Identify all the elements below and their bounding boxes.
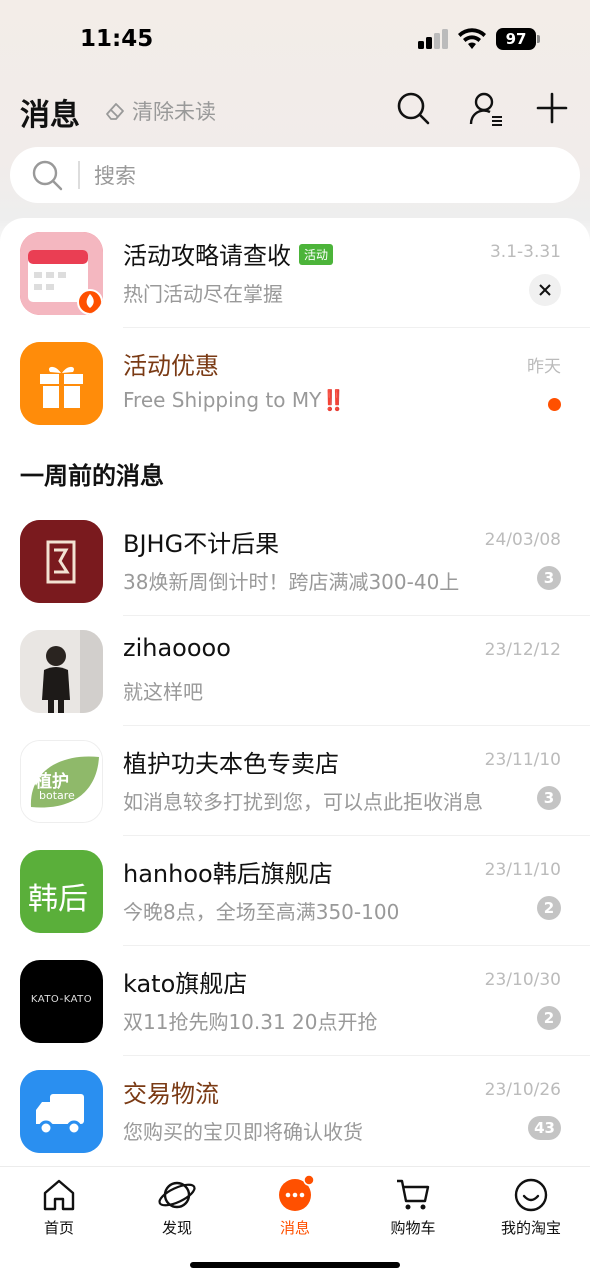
- tab-label: 购物车: [390, 1219, 436, 1237]
- battery-tip: [537, 35, 540, 43]
- unread-count-badge: 43: [528, 1116, 561, 1140]
- unread-count-badge: 3: [537, 566, 561, 590]
- conversation-name: zihaoooo: [123, 634, 231, 662]
- avatar-logo-text: KATO-KATO: [30, 994, 93, 1005]
- shop-avatar-hanhoo: 韩后: [20, 850, 103, 933]
- wifi-icon: [458, 28, 486, 49]
- status-time: 11:45: [80, 26, 154, 52]
- conversation-time: 23/11/10: [484, 750, 561, 770]
- user-avatar-photo: [20, 630, 103, 713]
- conversation-subtitle: 今晚8点，全场至高满350-100: [123, 900, 400, 924]
- add-icon[interactable]: [534, 90, 570, 126]
- clear-unread-label: 清除未读: [132, 100, 216, 124]
- tab-label: 我的淘宝: [500, 1219, 561, 1237]
- conversation-name: 活动攻略请查收 活动: [123, 236, 334, 271]
- list-item[interactable]: 植护 botare 植护功夫本色专卖店 如消息较多打扰到您，可以点此拒收消息 2…: [0, 726, 590, 836]
- avatar-logo-sub: botare: [39, 789, 75, 802]
- conversation-time: 昨天: [527, 357, 561, 377]
- conversation-subtitle: 双11抢先购10.31 20点开抢: [123, 1010, 378, 1034]
- conversation-name: 植护功夫本色专卖店: [123, 750, 339, 778]
- header: 消息 清除未读: [0, 84, 590, 134]
- truck-avatar-icon: [20, 1070, 103, 1153]
- close-button[interactable]: [529, 274, 561, 306]
- list-item[interactable]: BJHG不计后果 38焕新周倒计时！跨店满减300-40上 24/03/08 3: [0, 506, 590, 616]
- conversation-time: 24/03/08: [484, 530, 561, 550]
- conversation-name-text: 活动攻略请查收: [123, 242, 291, 270]
- conversation-subtitle: 热门活动尽在掌握: [123, 282, 283, 306]
- message-list: 活动攻略请查收 活动 热门活动尽在掌握 3.1-3.31 活动优惠 Free Sh…: [0, 218, 590, 1166]
- list-item[interactable]: 交易物流 您购买的宝贝即将确认收货 23/10/26 43: [0, 1056, 590, 1166]
- search-icon: [32, 160, 63, 191]
- list-item-promotions[interactable]: 活动优惠 Free Shipping to MY‼️ 昨天: [0, 328, 590, 438]
- home-icon: [43, 1179, 75, 1211]
- tab-label: 首页: [43, 1219, 74, 1237]
- list-item[interactable]: 韩后 hanhoo韩后旗舰店 今晚8点，全场至高满350-100 23/11/1…: [0, 836, 590, 946]
- conversation-name: kato旗舰店: [123, 970, 248, 998]
- conversation-name: BJHG不计后果: [123, 530, 280, 558]
- shop-avatar-bjhg: [20, 520, 103, 603]
- page-title: 消息: [20, 98, 80, 133]
- search-placeholder: 搜索: [94, 164, 136, 188]
- conversation-name: hanhoo韩后旗舰店: [123, 860, 333, 888]
- conversation-time: 23/10/30: [484, 970, 561, 990]
- signal-icon: [418, 29, 450, 49]
- tab-label: 发现: [161, 1219, 192, 1237]
- contacts-icon[interactable]: [468, 90, 504, 126]
- section-title: 一周前的消息: [20, 462, 164, 490]
- conversation-time: 23/12/12: [484, 640, 561, 660]
- conversation-name: 交易物流: [123, 1080, 219, 1108]
- list-item[interactable]: zihaoooo 就这样吧 23/12/12: [0, 616, 590, 726]
- conversation-time: 3.1-3.31: [489, 242, 561, 262]
- tab-label: 消息: [279, 1219, 310, 1237]
- conversation-subtitle: Free Shipping to MY‼️: [123, 388, 347, 412]
- conversation-subtitle: 您购买的宝贝即将确认收货: [123, 1120, 363, 1144]
- shop-avatar-kato: KATO-KATO: [20, 960, 103, 1043]
- calendar-avatar-icon: [20, 232, 103, 315]
- gift-avatar-icon: [20, 342, 103, 425]
- cart-icon: [397, 1179, 430, 1210]
- battery-indicator: 97: [496, 28, 536, 50]
- smile-icon: [514, 1178, 548, 1212]
- shop-avatar-botare: 植护 botare: [20, 740, 103, 823]
- conversation-subtitle: 38焕新周倒计时！跨店满减300-40上: [123, 570, 460, 594]
- message-icon: [279, 1175, 315, 1211]
- search-input[interactable]: 搜索: [10, 147, 580, 203]
- conversation-time: 23/10/26: [484, 1080, 561, 1100]
- tab-cart[interactable]: 购物车: [354, 1175, 472, 1241]
- conversation-name: 活动优惠: [123, 352, 219, 380]
- unread-dot: [548, 398, 561, 411]
- conversation-subtitle: 就这样吧: [123, 680, 203, 704]
- tab-home[interactable]: 首页: [0, 1175, 118, 1241]
- conversation-subtitle: 如消息较多打扰到您，可以点此拒收消息: [123, 790, 483, 814]
- unread-count-badge: 2: [537, 896, 561, 920]
- list-item-activity-guide[interactable]: 活动攻略请查收 活动 热门活动尽在掌握 3.1-3.31: [0, 218, 590, 328]
- conversation-time: 23/11/10: [484, 860, 561, 880]
- activity-tag: 活动: [299, 243, 334, 265]
- tab-messages[interactable]: 消息: [236, 1175, 354, 1241]
- planet-icon: [158, 1181, 196, 1209]
- search-icon[interactable]: [395, 90, 431, 126]
- avatar-logo-text: 韩后: [28, 882, 88, 917]
- tab-my-taobao[interactable]: 我的淘宝: [472, 1175, 590, 1241]
- unread-count-badge: 2: [537, 1006, 561, 1030]
- list-item[interactable]: KATO-KATO kato旗舰店 双11抢先购10.31 20点开抢 23/1…: [0, 946, 590, 1056]
- clear-unread-button[interactable]: 清除未读: [104, 96, 216, 126]
- unread-count-badge: 3: [537, 786, 561, 810]
- tab-discover[interactable]: 发现: [118, 1175, 236, 1241]
- close-icon: [539, 284, 551, 296]
- home-indicator: [190, 1262, 400, 1268]
- status-bar: 11:45 97: [0, 0, 590, 80]
- search-divider: [78, 161, 80, 189]
- eraser-icon: [106, 103, 124, 120]
